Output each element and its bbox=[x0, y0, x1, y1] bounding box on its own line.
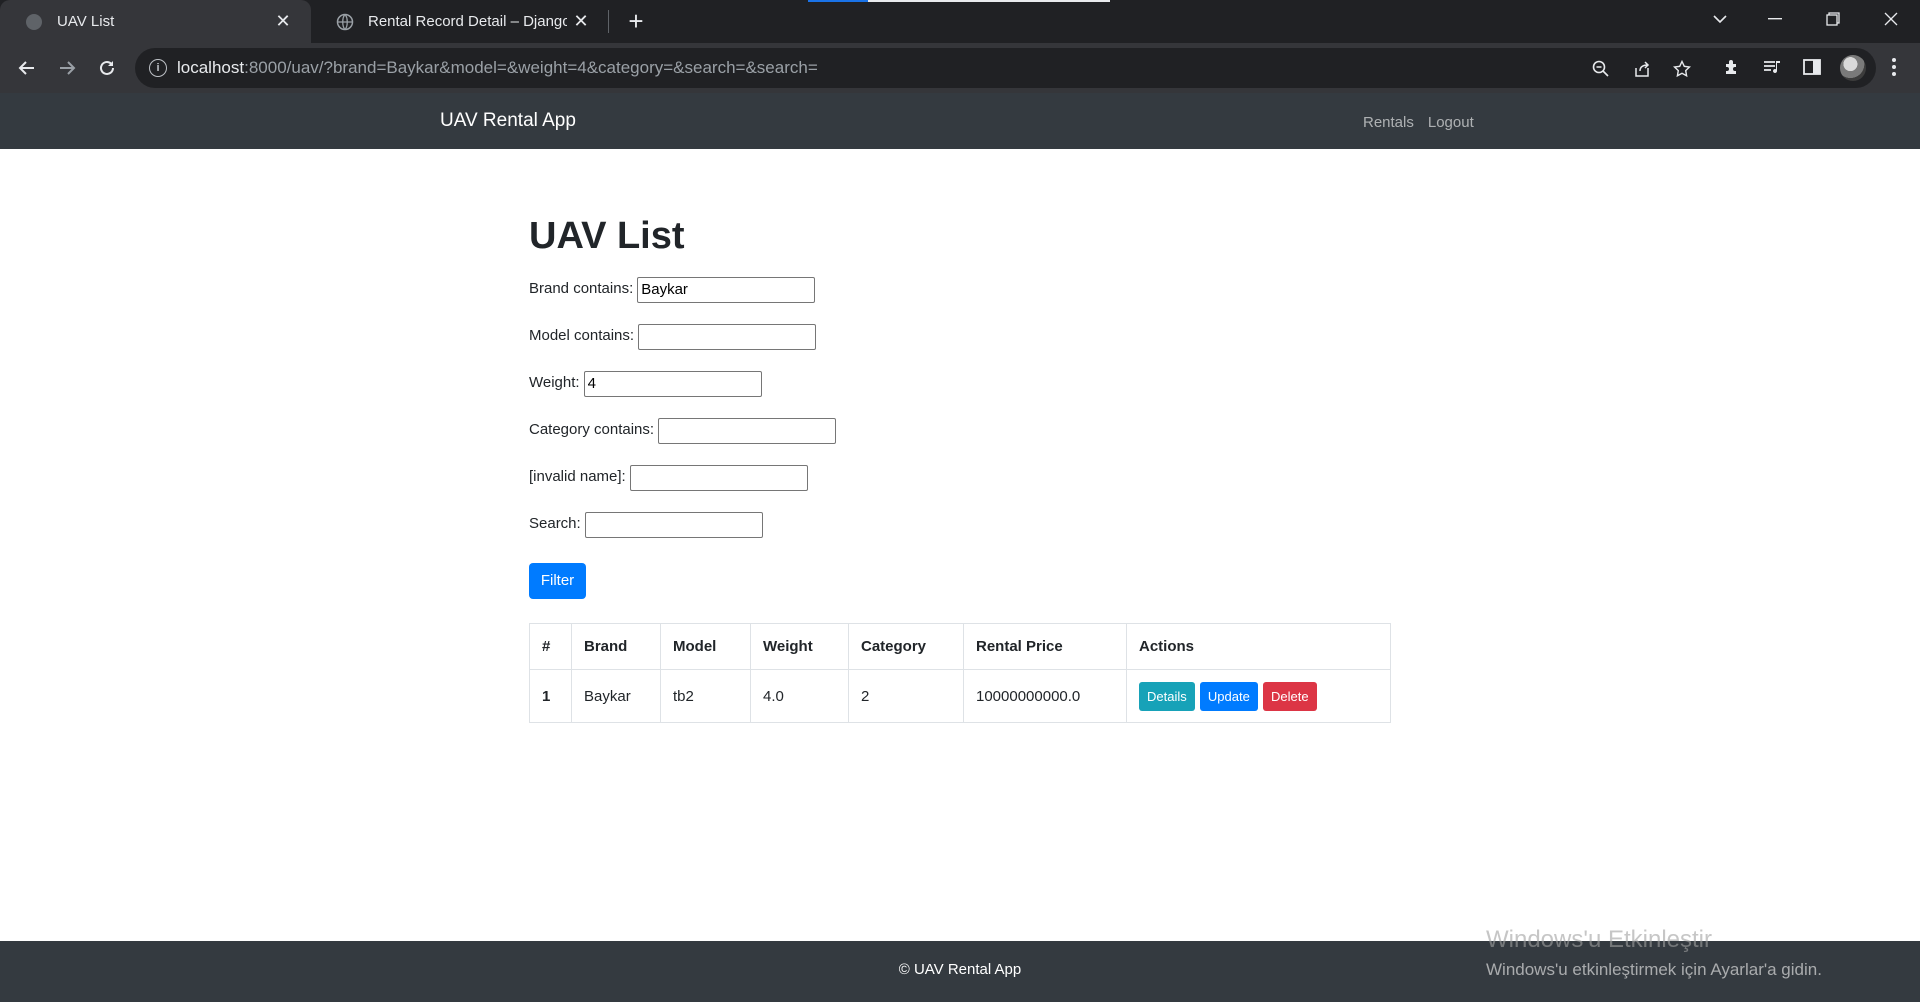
weight-input[interactable] bbox=[583, 370, 762, 397]
back-arrow-icon[interactable] bbox=[11, 52, 43, 84]
brand-input[interactable] bbox=[637, 276, 816, 303]
column-header-weight: Weight bbox=[750, 623, 849, 670]
page-title: UAV List bbox=[529, 215, 685, 257]
close-window-icon[interactable] bbox=[1866, 0, 1916, 38]
filter-row-brand: Brand contains: bbox=[529, 276, 1391, 324]
cell-actions: Details Update Delete bbox=[1126, 669, 1391, 723]
column-header-brand: Brand bbox=[571, 623, 661, 670]
invalid-name-label: [invalid name]: bbox=[529, 467, 626, 485]
new-tab-button[interactable]: + bbox=[622, 6, 650, 36]
cell-weight: 4.0 bbox=[750, 669, 849, 723]
app-navbar: UAV Rental App Rentals Logout bbox=[0, 93, 1920, 149]
cell-brand: Baykar bbox=[571, 669, 661, 723]
delete-button[interactable]: Delete bbox=[1263, 681, 1317, 711]
close-icon[interactable]: ✕ bbox=[269, 8, 297, 36]
filter-row-search: Search: bbox=[529, 511, 1391, 559]
column-header-category: Category bbox=[848, 623, 964, 670]
windows-activation-watermark: Windows'u Etkinleştir Windows'u etkinleş… bbox=[1486, 926, 1822, 980]
filter-row-weight: Weight: bbox=[529, 370, 1391, 418]
minimize-icon[interactable] bbox=[1750, 0, 1800, 38]
column-header-number: # bbox=[529, 623, 572, 670]
globe-icon bbox=[336, 13, 354, 31]
navbar-brand[interactable]: UAV Rental App bbox=[440, 110, 576, 132]
column-header-actions: Actions bbox=[1126, 623, 1391, 670]
filter-button[interactable]: Filter bbox=[529, 562, 586, 599]
tab-search-icon[interactable] bbox=[1695, 0, 1745, 38]
media-queue-icon[interactable] bbox=[1760, 55, 1784, 79]
share-icon[interactable] bbox=[1631, 58, 1653, 80]
category-label: Category contains: bbox=[529, 420, 655, 438]
browser-toolbar: i localhost:8000/uav/?brand=Baykar&model… bbox=[0, 43, 1920, 93]
tab-uav-list[interactable]: UAV List ✕ bbox=[0, 0, 311, 43]
nav-link-logout[interactable]: Logout bbox=[1428, 114, 1474, 131]
browser-tab-strip: UAV List ✕ Rental Record Detail – Django… bbox=[0, 0, 1920, 43]
cell-rental-price: 10000000000.0 bbox=[963, 669, 1127, 723]
column-header-rental-price: Rental Price bbox=[963, 623, 1127, 670]
watermark-subtitle: Windows'u etkinleştirmek için Ayarlar'a … bbox=[1486, 960, 1822, 979]
brand-label: Brand contains: bbox=[529, 279, 634, 297]
nav-link-rentals[interactable]: Rentals bbox=[1363, 114, 1414, 131]
tab-rental-record-detail[interactable]: Rental Record Detail – Django RE ✕ bbox=[311, 0, 609, 43]
cell-number: 1 bbox=[529, 669, 572, 723]
filter-row-model: Model contains: bbox=[529, 323, 1391, 371]
search-label: Search: bbox=[529, 514, 581, 532]
category-input[interactable] bbox=[658, 417, 837, 444]
cell-model: tb2 bbox=[660, 669, 751, 723]
url-text: localhost:8000/uav/?brand=Baykar&model=&… bbox=[177, 58, 818, 77]
site-info-icon[interactable]: i bbox=[149, 59, 167, 77]
main-content: UAV List Brand contains: Model contains:… bbox=[529, 215, 1391, 723]
table-header-row: # Brand Model Weight Category Rental Pri… bbox=[529, 623, 1391, 670]
tab-title: Rental Record Detail – Django RE bbox=[368, 13, 567, 30]
table-row: 1 Baykar tb2 4.0 2 10000000000.0 Details… bbox=[529, 669, 1391, 723]
side-panel-icon[interactable] bbox=[1800, 55, 1824, 79]
invalid-name-input[interactable] bbox=[629, 464, 808, 491]
tab-separator bbox=[608, 10, 609, 33]
globe-icon bbox=[25, 13, 43, 31]
model-input[interactable] bbox=[638, 323, 817, 350]
model-label: Model contains: bbox=[529, 326, 635, 344]
filter-row-category: Category contains: bbox=[529, 417, 1391, 465]
details-button[interactable]: Details bbox=[1139, 681, 1195, 711]
column-header-model: Model bbox=[660, 623, 751, 670]
forward-arrow-icon[interactable] bbox=[51, 52, 83, 84]
bookmark-star-icon[interactable] bbox=[1671, 58, 1693, 80]
filter-row-invalid-name: [invalid name]: bbox=[529, 464, 1391, 512]
watermark-title: Windows'u Etkinleştir bbox=[1486, 926, 1712, 953]
reload-icon[interactable] bbox=[91, 52, 123, 84]
menu-kebab-icon[interactable] bbox=[1882, 55, 1906, 79]
zoom-icon[interactable] bbox=[1590, 58, 1612, 80]
extensions-icon[interactable] bbox=[1720, 55, 1744, 79]
update-button[interactable]: Update bbox=[1199, 681, 1258, 711]
profile-avatar[interactable] bbox=[1840, 55, 1866, 81]
search-input[interactable] bbox=[584, 511, 763, 538]
cell-category: 2 bbox=[848, 669, 964, 723]
close-icon[interactable]: ✕ bbox=[567, 8, 595, 36]
address-bar[interactable]: i localhost:8000/uav/?brand=Baykar&model… bbox=[135, 48, 1876, 88]
restore-icon[interactable] bbox=[1808, 0, 1858, 38]
tab-title: UAV List bbox=[57, 13, 115, 30]
weight-label: Weight: bbox=[529, 373, 580, 391]
uav-table: # Brand Model Weight Category Rental Pri… bbox=[529, 623, 1391, 723]
tab-strip-accent bbox=[808, 0, 868, 2]
navbar-links: Rentals Logout bbox=[1363, 114, 1474, 131]
